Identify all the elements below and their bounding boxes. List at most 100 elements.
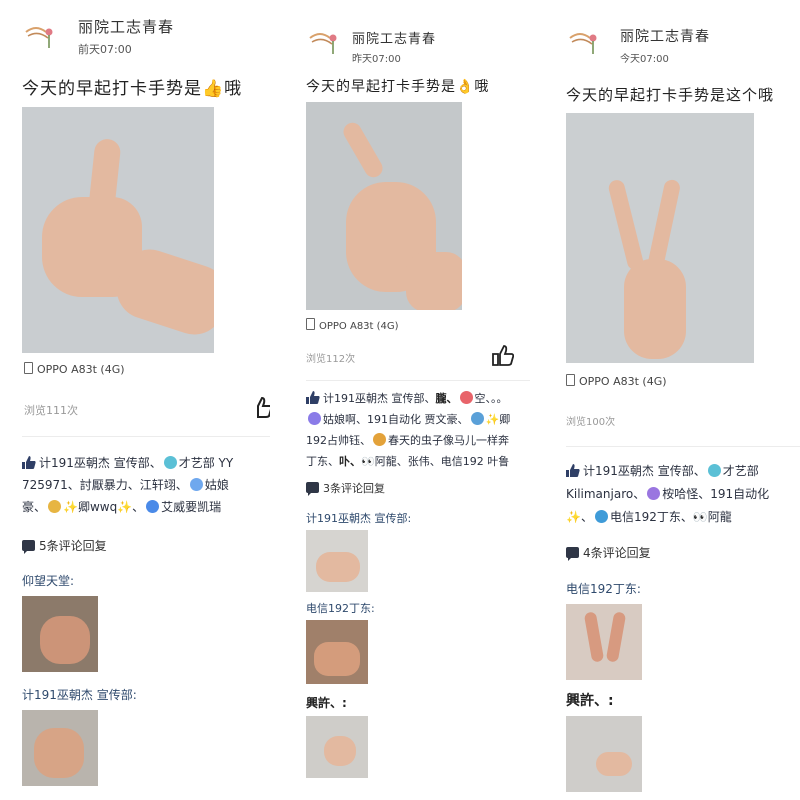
comment-photo[interactable]: [306, 716, 368, 778]
cloud-avatar-icon: [189, 478, 203, 491]
liker[interactable]: 豪、: [22, 500, 46, 514]
comment-photo[interactable]: [566, 604, 642, 680]
liker[interactable]: 725971、討厭暴力、江轩翊、: [22, 478, 188, 492]
device-name: OPPO A83t (4G): [319, 321, 399, 332]
hand-gesture: [316, 552, 360, 582]
phone-icon: [24, 362, 33, 374]
device-label: OPPO A83t (4G): [566, 374, 667, 388]
post-photo[interactable]: [22, 107, 214, 353]
comment-photo[interactable]: [306, 620, 368, 684]
likes-list: 计191巫朝杰 宣传部、朧、 空、。。 姑娘啊、191自动化 贾文豪、 ✨卿 192…: [306, 388, 532, 472]
comment-photo[interactable]: [22, 710, 98, 786]
liker[interactable]: ✨卿wwq✨、: [63, 500, 144, 514]
comment-count[interactable]: 5条评论回复: [22, 537, 107, 554]
liker[interactable]: 192占帅钰、: [306, 434, 371, 447]
comment-user[interactable]: 电信192丁东:: [566, 580, 641, 597]
username[interactable]: 丽院工志青春: [352, 28, 436, 47]
liker[interactable]: 计191巫朝杰 宣传部、: [583, 464, 706, 478]
avatar-icon: [470, 412, 484, 425]
device-name: OPPO A83t (4G): [579, 375, 667, 388]
avatar[interactable]: [22, 20, 66, 56]
comment-user[interactable]: 电信192丁东:: [306, 600, 375, 616]
emoji-avatar-icon: [707, 464, 721, 477]
hand-finger: [340, 119, 386, 181]
post-time: 昨天07:00: [352, 54, 401, 65]
hand-gesture: [324, 736, 356, 766]
comment-photo[interactable]: [566, 716, 642, 792]
comment-icon: [306, 482, 319, 496]
comment-user[interactable]: 興許、:: [566, 690, 614, 710]
comment-count[interactable]: 3条评论回复: [306, 480, 385, 496]
liker[interactable]: 才艺部 YY: [179, 456, 233, 470]
liker[interactable]: 计191巫朝杰 宣传部、: [323, 392, 436, 405]
liker[interactable]: ✨卿: [486, 413, 511, 426]
thumb-up-icon: [566, 464, 580, 477]
post-text: 今天的早起打卡手势是👌哦: [306, 79, 490, 95]
post-panel-3: 丽院工志青春 今天07:00 今天的早起打卡手势是这个哦 OPPO A83t (…: [556, 0, 800, 800]
hand-wrist: [406, 252, 462, 310]
post-photo[interactable]: [566, 113, 754, 363]
hand-gesture: [314, 642, 360, 676]
thumb-up-icon: [22, 456, 36, 469]
phone-icon: [566, 374, 575, 386]
view-count: 浏览100次: [566, 417, 616, 428]
divider: [306, 380, 530, 381]
likes-list: 计191巫朝杰 宣传部、 才艺部 YY 725971、討厭暴力、江轩翊、 姑娘 豪、…: [22, 452, 270, 518]
post-panel-1: 丽院工志青春 前天07:00 今天的早起打卡手势是👍哦 OPPO A83t (4…: [0, 0, 270, 800]
comment-icon: [22, 540, 35, 554]
device-label: OPPO A83t (4G): [306, 318, 399, 332]
avatar-icon: [647, 487, 661, 500]
thumb-up-icon: [306, 391, 320, 404]
liker[interactable]: 空、。。: [475, 392, 508, 405]
post-text: 今天的早起打卡手势是👍哦: [22, 79, 243, 99]
username[interactable]: 丽院工志青春: [78, 16, 174, 37]
post-photo[interactable]: [306, 102, 462, 310]
liker[interactable]: 电信192丁东、👀阿龍: [610, 510, 732, 524]
comment-photo[interactable]: [22, 596, 98, 672]
hand-gesture: [596, 752, 632, 776]
comment-photo[interactable]: [306, 530, 368, 592]
flower-avatar-icon: [594, 510, 608, 523]
liker[interactable]: 丁东、: [306, 455, 339, 468]
liker[interactable]: 才艺部: [723, 464, 759, 478]
hand-finger: [607, 178, 645, 272]
emoji-avatar-icon: [163, 456, 177, 469]
comment-user[interactable]: 计191巫朝杰 宣传部:: [306, 510, 411, 526]
post-time: 前天07:00: [78, 43, 132, 56]
avatar[interactable]: [566, 26, 610, 62]
liker[interactable]: 计191巫朝杰 宣传部、: [39, 456, 162, 470]
like-button-icon[interactable]: [492, 344, 514, 366]
liker[interactable]: 桉哈怪、191自动化: [662, 487, 769, 501]
view-count: 浏览111次: [24, 404, 78, 417]
liker[interactable]: 春天的虫子像马儿一样奔: [388, 434, 509, 447]
liker[interactable]: 👀阿龍、张伟、电信192 叶鲁: [361, 455, 509, 468]
heart-avatar-icon: [459, 391, 473, 404]
liker[interactable]: 艾威要凯瑞: [161, 500, 221, 514]
comment-count-label: 4条评论回复: [583, 546, 651, 560]
comment-count[interactable]: 4条评论回复: [566, 544, 651, 561]
comment-user[interactable]: 興許、:: [306, 694, 347, 711]
comment-icon: [566, 547, 579, 561]
avatar-icon: [48, 500, 62, 513]
phone-icon: [306, 318, 315, 330]
liker[interactable]: 卟、: [339, 455, 361, 468]
hand-finger: [583, 611, 605, 663]
hand-finger: [605, 611, 627, 663]
bolt-avatar-icon: [146, 500, 160, 513]
liker[interactable]: 姑娘啊、191自动化 贾文豪、: [323, 413, 469, 426]
comment-user[interactable]: 仰望天堂:: [22, 572, 74, 589]
liker[interactable]: Kilimanjaro、: [566, 487, 645, 501]
liker[interactable]: 朧、: [436, 392, 458, 405]
post-panel-2: 丽院工志青春 昨天07:00 今天的早起打卡手势是👌哦 OPPO A83t (4…: [294, 0, 532, 800]
avatar[interactable]: [306, 26, 350, 62]
liker[interactable]: 姑娘: [205, 478, 229, 492]
view-count: 浏览112次: [306, 354, 356, 365]
comment-user[interactable]: 计191巫朝杰 宣传部:: [22, 686, 137, 703]
like-button-icon[interactable]: [250, 396, 270, 418]
username[interactable]: 丽院工志青春: [620, 26, 710, 46]
comment-count-label: 3条评论回复: [323, 482, 385, 495]
comment-count-label: 5条评论回复: [39, 539, 107, 553]
device-label: OPPO A83t (4G): [24, 362, 125, 376]
liker[interactable]: ✨、: [566, 510, 593, 524]
divider: [22, 436, 270, 437]
